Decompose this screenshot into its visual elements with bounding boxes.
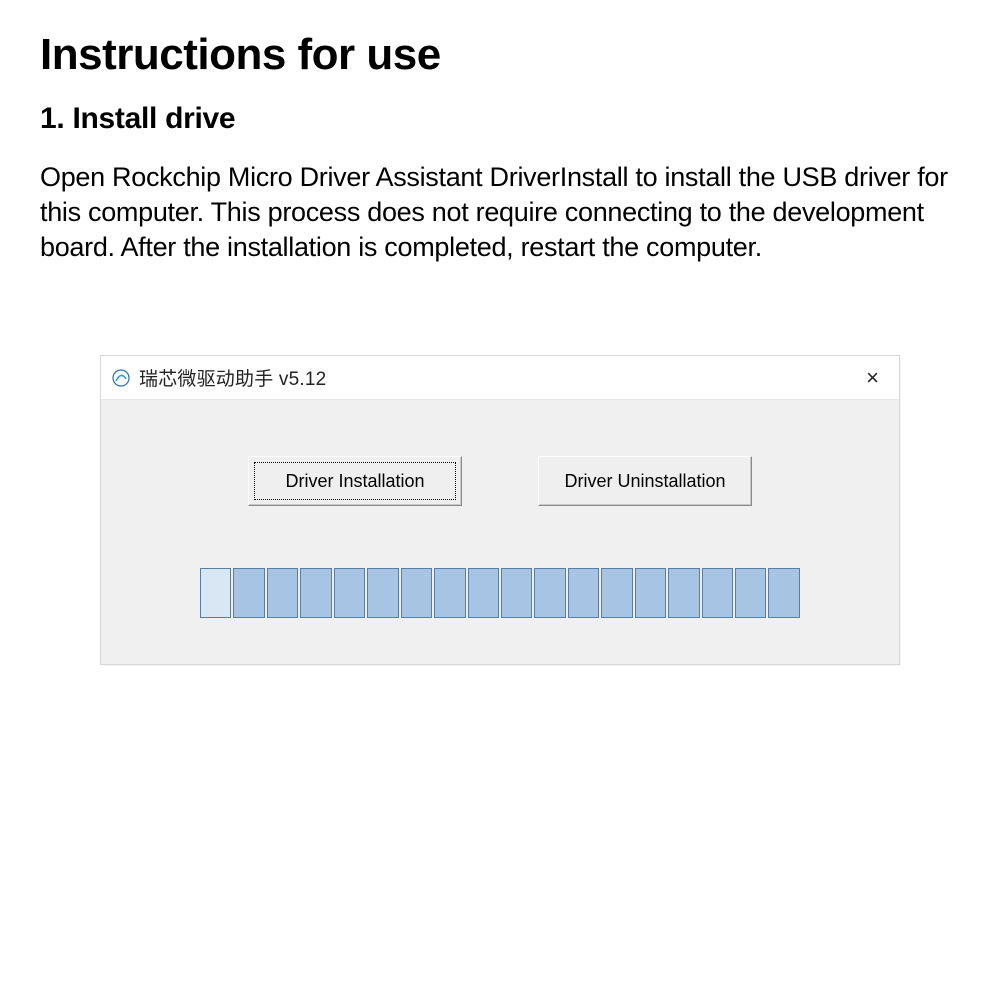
progress-segment <box>267 568 298 618</box>
progress-segment <box>768 568 799 618</box>
progress-segment <box>702 568 733 618</box>
dialog-titlebar: 瑞芯微驱动助手 v5.12 × <box>101 356 899 400</box>
app-icon <box>111 368 131 388</box>
dialog-body: Driver Installation Driver Uninstallatio… <box>101 400 899 664</box>
progress-segment <box>635 568 666 618</box>
close-icon[interactable]: × <box>860 365 885 391</box>
driver-assistant-dialog: 瑞芯微驱动助手 v5.12 × Driver Installation Driv… <box>100 355 900 665</box>
progress-segment <box>601 568 632 618</box>
dialog-title: 瑞芯微驱动助手 v5.12 <box>139 364 860 391</box>
driver-install-button[interactable]: Driver Installation <box>248 456 462 506</box>
progress-segment <box>233 568 264 618</box>
progress-segment <box>200 568 231 618</box>
progress-segment <box>401 568 432 618</box>
page-title: Instructions for use <box>40 30 960 80</box>
progress-segment <box>534 568 565 618</box>
driver-uninstall-button[interactable]: Driver Uninstallation <box>538 456 752 506</box>
progress-segment <box>668 568 699 618</box>
progress-segment <box>300 568 331 618</box>
progress-segment <box>334 568 365 618</box>
instruction-paragraph: Open Rockchip Micro Driver Assistant Dri… <box>40 160 960 265</box>
progress-segment <box>468 568 499 618</box>
progress-segment <box>434 568 465 618</box>
progress-segment <box>501 568 532 618</box>
progress-bar <box>200 568 800 618</box>
progress-segment <box>568 568 599 618</box>
progress-segment <box>367 568 398 618</box>
progress-segment <box>735 568 766 618</box>
section-heading: 1. Install drive <box>40 102 960 136</box>
